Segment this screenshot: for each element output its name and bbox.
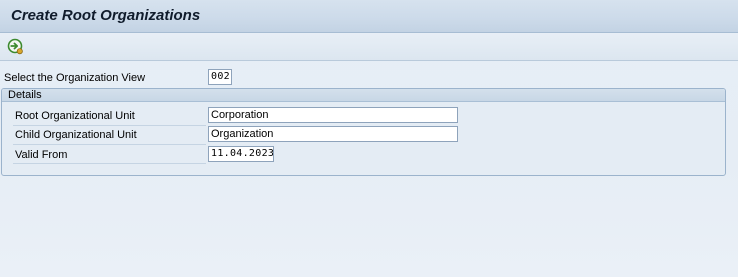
child-org-unit-input[interactable]: Organization [208,126,458,142]
root-org-unit-input[interactable]: Corporation [208,107,458,123]
details-title: Details [8,89,42,101]
row-divider [13,144,206,145]
valid-from-input[interactable]: 11.04.2023 [208,146,274,162]
execute-button[interactable] [6,37,24,55]
execute-icon [7,38,23,55]
row-divider [13,163,206,164]
child-org-unit-label: Child Organizational Unit [15,129,137,141]
valid-from-label: Valid From [15,149,68,161]
org-view-label: Select the Organization View [4,72,146,84]
application-toolbar [0,33,738,61]
sap-window: Create Root Organizations Select the Org… [0,0,738,277]
main-content: Select the Organization View 002 Details… [0,61,738,277]
org-view-input[interactable]: 002 [208,69,232,85]
row-divider [13,125,206,126]
title-bar: Create Root Organizations [0,0,738,33]
page-title: Create Root Organizations [11,7,201,24]
root-org-unit-label: Root Organizational Unit [15,110,135,122]
details-group: Details Root Organizational Unit Corpora… [1,88,726,176]
details-group-header: Details [2,89,725,102]
